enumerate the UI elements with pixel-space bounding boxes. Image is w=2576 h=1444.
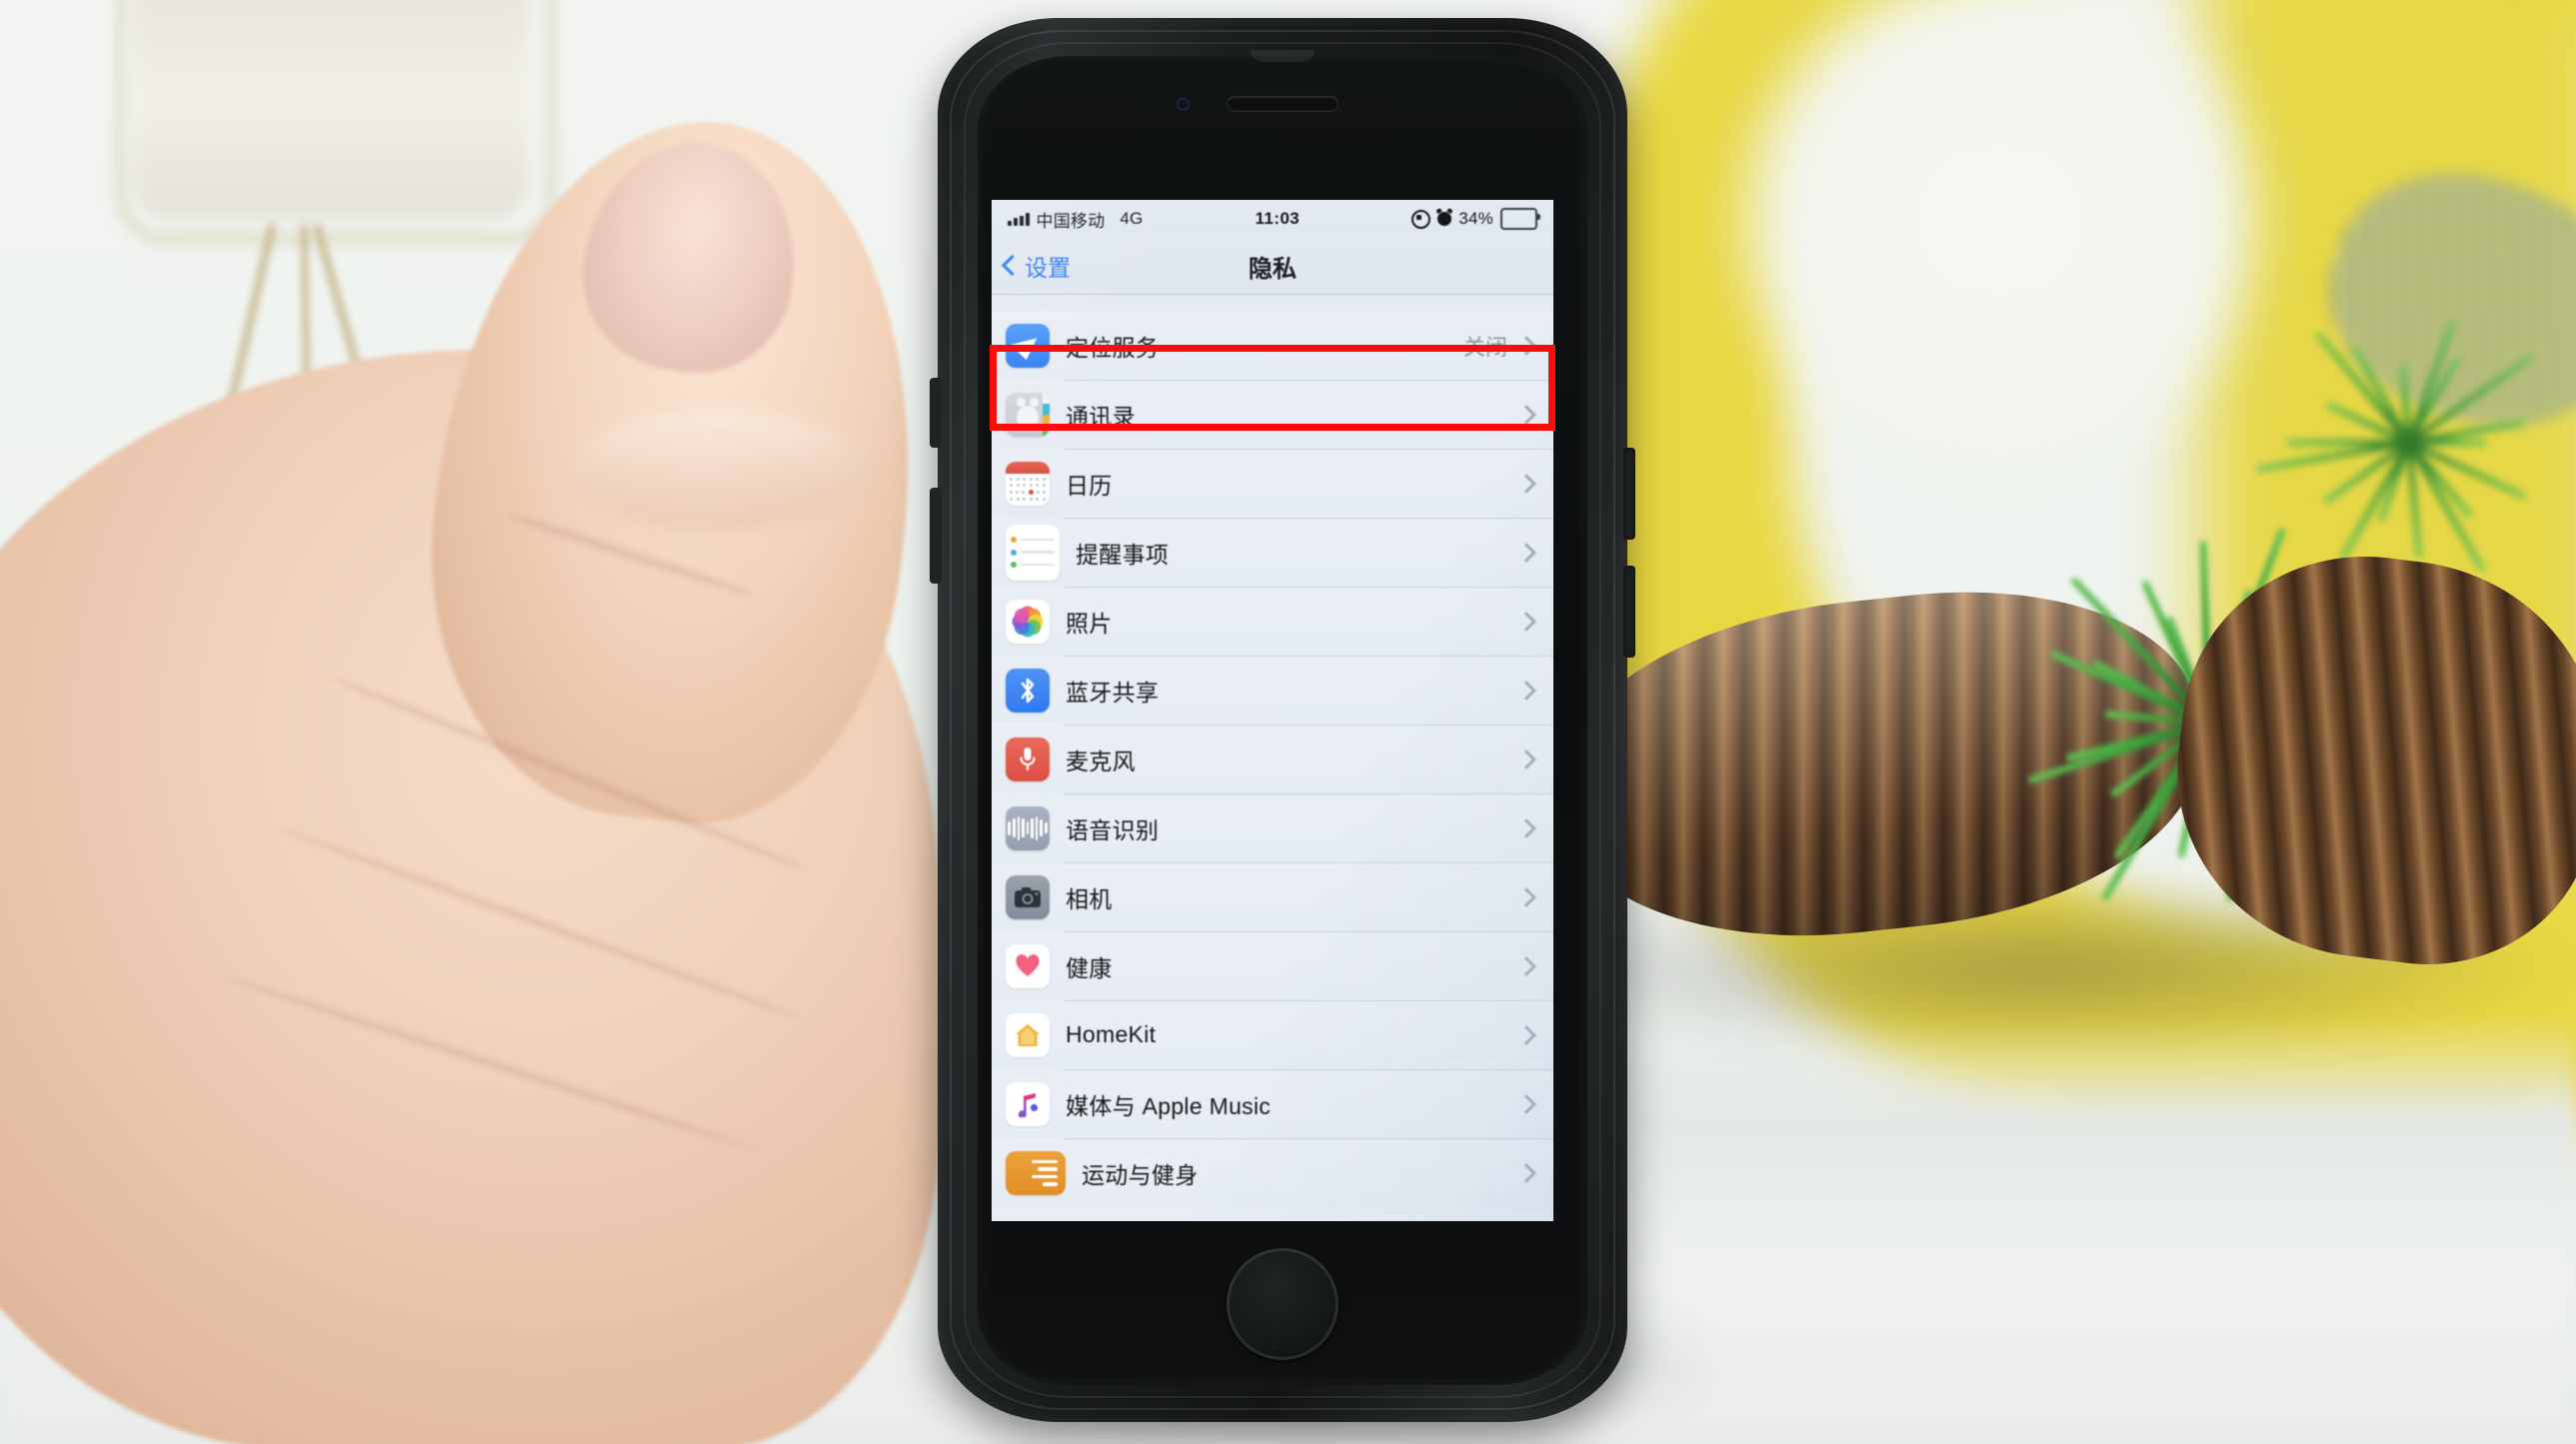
photos-icon bbox=[1006, 599, 1050, 644]
list-item-value: 关闭 bbox=[1462, 334, 1507, 360]
battery-percent-label: 34% bbox=[1458, 209, 1493, 228]
chevron-right-icon bbox=[1516, 404, 1536, 425]
list-item[interactable]: 提醒事项 bbox=[992, 518, 1553, 587]
chevron-right-icon bbox=[1516, 611, 1536, 632]
bezel-notch bbox=[1251, 50, 1314, 62]
pine-needles bbox=[2255, 300, 2576, 600]
list-item-label: 通讯录 bbox=[1066, 403, 1136, 430]
carrier-label: 中国移动 bbox=[1036, 211, 1106, 231]
rotation-lock-icon bbox=[1411, 209, 1431, 229]
list-item-label: 相机 bbox=[1066, 885, 1113, 912]
status-bar: 中国移动 4G 11:03 34% bbox=[992, 200, 1553, 238]
list-item[interactable]: 日历 bbox=[992, 449, 1553, 518]
list-item[interactable]: HomeKit bbox=[992, 1000, 1553, 1069]
signal-bars-icon bbox=[1008, 212, 1030, 226]
battery-icon bbox=[1500, 208, 1540, 230]
list-item-label: 运动与健身 bbox=[1082, 1161, 1199, 1188]
hand-holding-phone bbox=[0, 80, 1060, 1444]
lamp-leg bbox=[312, 223, 390, 467]
navigation-bar: 设置 隐私 bbox=[992, 238, 1553, 295]
list-top-gap bbox=[992, 295, 1553, 311]
list-item[interactable]: 健康 bbox=[992, 931, 1553, 1000]
prop-shadow bbox=[1499, 879, 2576, 1059]
thumbnail bbox=[567, 125, 815, 389]
thumb-knuckle bbox=[568, 410, 868, 530]
list-item[interactable]: 蓝牙共享 bbox=[992, 656, 1553, 724]
list-item[interactable]: 语音识别 bbox=[992, 793, 1553, 862]
background-foliage bbox=[2299, 139, 2576, 461]
yellow-ring-decor bbox=[1539, 0, 2576, 1179]
list-item-label: 语音识别 bbox=[1066, 816, 1160, 843]
list-item-label: 媒体与 Apple Music bbox=[1066, 1092, 1272, 1119]
yellow-ring-center-glow bbox=[1719, 0, 2279, 500]
location-arrow-icon bbox=[1006, 323, 1050, 368]
phone-screen: 中国移动 4G 11:03 34% 设置 隐私 定位服务 关闭通讯录日历提醒事项照… bbox=[992, 200, 1553, 1221]
volume-up-button[interactable] bbox=[1623, 448, 1635, 540]
lamp-leg bbox=[300, 224, 313, 491]
list-item-label: HomeKit bbox=[1066, 1021, 1157, 1047]
lamp-leg bbox=[211, 223, 277, 470]
list-item[interactable]: 定位服务 关闭 bbox=[992, 311, 1553, 380]
chevron-right-icon bbox=[1516, 955, 1536, 976]
apple-music-note-icon bbox=[1006, 1081, 1050, 1126]
clock-label: 11:03 bbox=[1255, 209, 1300, 228]
lamp-shade-rim bbox=[118, 0, 554, 242]
list-item[interactable]: 媒体与 Apple Music bbox=[992, 1069, 1553, 1138]
speech-recognition-icon bbox=[1006, 805, 1050, 850]
chevron-right-icon bbox=[1516, 542, 1536, 563]
list-item-label: 提醒事项 bbox=[1076, 541, 1170, 568]
chevron-right-icon bbox=[1516, 335, 1536, 356]
alarm-clock-icon bbox=[1437, 212, 1452, 226]
list-item[interactable]: 运动与健身 bbox=[992, 1138, 1553, 1207]
contacts-icon bbox=[1006, 392, 1050, 437]
pine-needles bbox=[1959, 520, 2479, 939]
chevron-right-icon bbox=[1516, 473, 1536, 494]
homekit-house-icon bbox=[1006, 1012, 1050, 1057]
chevron-right-icon bbox=[1516, 680, 1536, 701]
chevron-right-icon bbox=[1516, 817, 1536, 838]
lamp-shade bbox=[130, 0, 530, 220]
list-item-label: 麦克风 bbox=[1066, 747, 1136, 774]
list-item[interactable]: 照片 bbox=[992, 587, 1553, 656]
chevron-right-icon bbox=[1516, 886, 1536, 907]
pinecone bbox=[2156, 535, 2576, 984]
thumb bbox=[404, 97, 946, 842]
front-camera-icon bbox=[1177, 98, 1190, 111]
list-item-label: 日历 bbox=[1066, 472, 1113, 499]
health-heart-icon bbox=[1006, 943, 1050, 988]
list-item-label: 蓝牙共享 bbox=[1066, 679, 1160, 706]
photo-scene: 中国移动 4G 11:03 34% 设置 隐私 定位服务 关闭通讯录日历提醒事项照… bbox=[0, 0, 2576, 1444]
yellow-backdrop bbox=[2199, 0, 2576, 759]
palm bbox=[0, 350, 940, 1444]
privacy-settings-list[interactable]: 定位服务 关闭通讯录日历提醒事项照片蓝牙共享麦克风语音识别相机健康 HomeKit 媒… bbox=[992, 295, 1553, 1221]
list-item[interactable]: 通讯录 bbox=[992, 380, 1553, 449]
chevron-right-icon bbox=[1516, 1162, 1536, 1183]
page-title: 隐私 bbox=[1249, 255, 1296, 283]
side-button[interactable] bbox=[930, 488, 942, 584]
list-item-label: 照片 bbox=[1066, 610, 1113, 637]
mute-switch[interactable] bbox=[930, 378, 942, 448]
pinecone bbox=[1543, 567, 2215, 962]
calendar-icon bbox=[1006, 461, 1050, 506]
chevron-right-icon bbox=[1516, 1093, 1536, 1114]
list-item-label: 健康 bbox=[1066, 954, 1113, 981]
chevron-right-icon bbox=[1516, 1024, 1536, 1045]
volume-down-button[interactable] bbox=[1623, 566, 1635, 658]
network-type-label: 4G bbox=[1120, 209, 1144, 228]
microphone-icon bbox=[1006, 736, 1050, 781]
motion-fitness-icon bbox=[1006, 1150, 1066, 1195]
bluetooth-icon bbox=[1006, 668, 1050, 713]
camera-icon bbox=[1006, 874, 1050, 919]
reminders-icon bbox=[1006, 524, 1060, 581]
list-item[interactable]: 麦克风 bbox=[992, 724, 1553, 793]
list-item[interactable]: 相机 bbox=[992, 862, 1553, 931]
home-button[interactable] bbox=[1227, 1248, 1338, 1360]
list-item-label: 定位服务 bbox=[1066, 334, 1160, 361]
earpiece-speaker bbox=[1227, 96, 1338, 111]
chevron-right-icon bbox=[1516, 748, 1536, 769]
